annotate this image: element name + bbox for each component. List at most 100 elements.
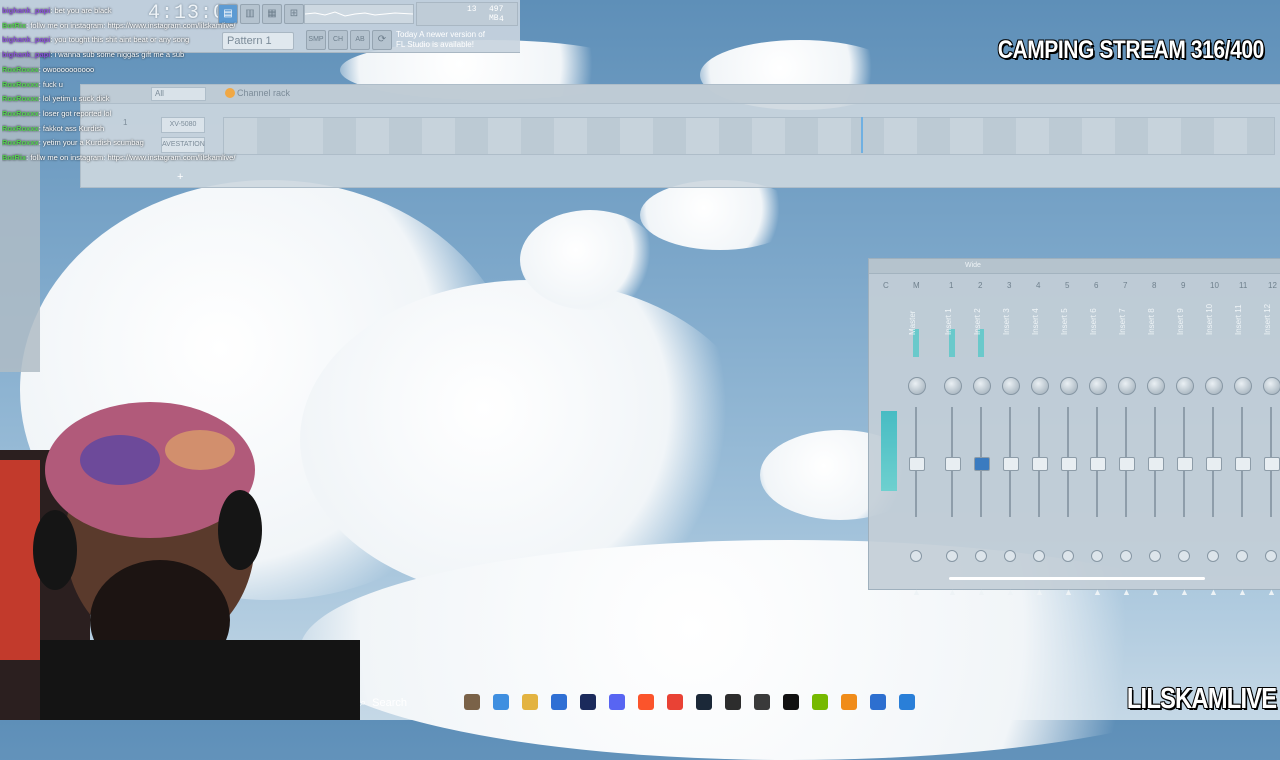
chrome-icon[interactable] bbox=[667, 694, 683, 710]
mixer-track[interactable]: Insert 4 ▲ bbox=[1028, 295, 1050, 597]
pan-knob[interactable] bbox=[1263, 377, 1280, 395]
mixer-track[interactable]: Insert 1 ▲ bbox=[941, 295, 963, 597]
volume-fader[interactable] bbox=[1003, 457, 1019, 471]
mixer-track[interactable]: Insert 3 ▲ bbox=[999, 295, 1021, 597]
send-toggle[interactable] bbox=[1149, 550, 1161, 562]
send-toggle[interactable] bbox=[1091, 550, 1103, 562]
track-name: Insert 1 bbox=[944, 308, 953, 335]
mixer-track[interactable]: Insert 5 ▲ bbox=[1057, 295, 1079, 597]
volume-fader[interactable] bbox=[1177, 457, 1193, 471]
mixer-icon[interactable]: ⊞ bbox=[284, 4, 304, 24]
widgets-icon[interactable] bbox=[464, 694, 480, 710]
send-toggle[interactable] bbox=[1033, 550, 1045, 562]
fl-studio-icon[interactable] bbox=[841, 694, 857, 710]
nvidia-icon[interactable] bbox=[812, 694, 828, 710]
webcam-feed bbox=[0, 400, 360, 720]
mixer-track[interactable]: Insert 7 ▲ bbox=[1115, 295, 1137, 597]
mixer-view-mode[interactable]: Wide bbox=[965, 262, 981, 269]
notepad-icon[interactable] bbox=[899, 694, 915, 710]
pan-knob[interactable] bbox=[944, 377, 962, 395]
route-arrow-icon[interactable]: ▲ bbox=[912, 587, 921, 597]
volume-fader[interactable] bbox=[1206, 457, 1222, 471]
volume-fader[interactable] bbox=[1235, 457, 1251, 471]
route-arrow-icon[interactable]: ▲ bbox=[1267, 587, 1276, 597]
route-arrow-icon[interactable]: ▲ bbox=[1238, 587, 1247, 597]
pan-knob[interactable] bbox=[1089, 377, 1107, 395]
pan-knob[interactable] bbox=[1060, 377, 1078, 395]
send-toggle[interactable] bbox=[910, 550, 922, 562]
mixer-track[interactable]: Insert 9 ▲ bbox=[1173, 295, 1195, 597]
4k-icon[interactable] bbox=[754, 694, 770, 710]
send-toggle[interactable] bbox=[1207, 550, 1219, 562]
send-toggle[interactable] bbox=[1265, 550, 1277, 562]
pan-knob[interactable] bbox=[973, 377, 991, 395]
cloud-shape bbox=[520, 210, 660, 310]
route-arrow-icon[interactable]: ▲ bbox=[1093, 587, 1102, 597]
send-toggle[interactable] bbox=[1120, 550, 1132, 562]
brave-icon[interactable] bbox=[638, 694, 654, 710]
pan-knob[interactable] bbox=[1031, 377, 1049, 395]
mixer-track[interactable]: Insert 6 ▲ bbox=[1086, 295, 1108, 597]
track-name: Insert 6 bbox=[1089, 308, 1098, 335]
route-arrow-icon[interactable]: ▲ bbox=[1006, 587, 1015, 597]
pan-knob[interactable] bbox=[1002, 377, 1020, 395]
steam-icon[interactable] bbox=[696, 694, 712, 710]
add-channel-icon[interactable]: + bbox=[177, 171, 183, 183]
volume-fader[interactable] bbox=[1090, 457, 1106, 471]
obs-icon[interactable] bbox=[725, 694, 741, 710]
update-icon[interactable]: ⟳ bbox=[372, 30, 392, 50]
volume-fader[interactable] bbox=[1032, 457, 1048, 471]
route-arrow-icon[interactable]: ▲ bbox=[1064, 587, 1073, 597]
send-toggle[interactable] bbox=[975, 550, 987, 562]
pan-knob[interactable] bbox=[908, 377, 926, 395]
volume-fader[interactable] bbox=[1119, 457, 1135, 471]
mode-button-ab[interactable]: AB bbox=[350, 30, 370, 50]
route-arrow-icon[interactable]: ▲ bbox=[1122, 587, 1131, 597]
streamer-handle-overlay: LILSKAMLIVE bbox=[1126, 683, 1276, 715]
mixer-track[interactable]: Insert 8 ▲ bbox=[1144, 295, 1166, 597]
pan-knob[interactable] bbox=[1147, 377, 1165, 395]
capcut-icon[interactable] bbox=[783, 694, 799, 710]
mixer-track[interactable]: Insert 12 ▲ bbox=[1260, 295, 1280, 597]
mixer-track[interactable]: Insert 2 ▲ bbox=[970, 295, 992, 597]
route-arrow-icon[interactable]: ▲ bbox=[1209, 587, 1218, 597]
mixer-header: Wide bbox=[869, 259, 1280, 274]
route-arrow-icon[interactable]: ▲ bbox=[1151, 587, 1160, 597]
update-notice[interactable]: Today A newer version of FL Studio is av… bbox=[396, 30, 496, 50]
pan-knob[interactable] bbox=[1176, 377, 1194, 395]
route-arrow-icon[interactable]: ▲ bbox=[977, 587, 986, 597]
store-icon[interactable] bbox=[551, 694, 567, 710]
taskbar-search[interactable]: ⌕ Search bbox=[352, 691, 452, 715]
route-arrow-icon[interactable]: ▲ bbox=[1035, 587, 1044, 597]
copilot-icon[interactable] bbox=[493, 694, 509, 710]
mode-button-smp[interactable]: SMP bbox=[306, 30, 326, 50]
send-toggle[interactable] bbox=[1178, 550, 1190, 562]
file-explorer-icon[interactable] bbox=[522, 694, 538, 710]
volume-fader[interactable] bbox=[1148, 457, 1164, 471]
chat-message: RoxRoxxx: owoooooooooo bbox=[2, 64, 95, 74]
pan-knob[interactable] bbox=[1234, 377, 1252, 395]
route-arrow-icon[interactable]: ▲ bbox=[948, 587, 957, 597]
volume-fader[interactable] bbox=[945, 457, 961, 471]
terminal-icon[interactable] bbox=[870, 694, 886, 710]
mixer-track[interactable]: Master ▲ bbox=[905, 295, 927, 597]
route-arrow-icon[interactable]: ▲ bbox=[1180, 587, 1189, 597]
pan-knob[interactable] bbox=[1118, 377, 1136, 395]
send-toggle[interactable] bbox=[1236, 550, 1248, 562]
mixer-track[interactable]: Insert 11 ▲ bbox=[1231, 295, 1253, 597]
discord-icon[interactable] bbox=[609, 694, 625, 710]
mixer-channel-label: 2 bbox=[978, 281, 983, 290]
photoshop-icon[interactable] bbox=[580, 694, 596, 710]
volume-fader[interactable] bbox=[909, 457, 925, 471]
mode-button-ch[interactable]: CH bbox=[328, 30, 348, 50]
mixer-track[interactable]: Insert 10 ▲ bbox=[1202, 295, 1224, 597]
volume-fader[interactable] bbox=[974, 457, 990, 471]
send-toggle[interactable] bbox=[1004, 550, 1016, 562]
volume-fader[interactable] bbox=[1264, 457, 1280, 471]
volume-fader[interactable] bbox=[1061, 457, 1077, 471]
mixer-scrollbar[interactable] bbox=[949, 577, 1205, 580]
step-sequencer-grid[interactable] bbox=[223, 117, 1275, 155]
send-toggle[interactable] bbox=[1062, 550, 1074, 562]
send-toggle[interactable] bbox=[946, 550, 958, 562]
pan-knob[interactable] bbox=[1205, 377, 1223, 395]
